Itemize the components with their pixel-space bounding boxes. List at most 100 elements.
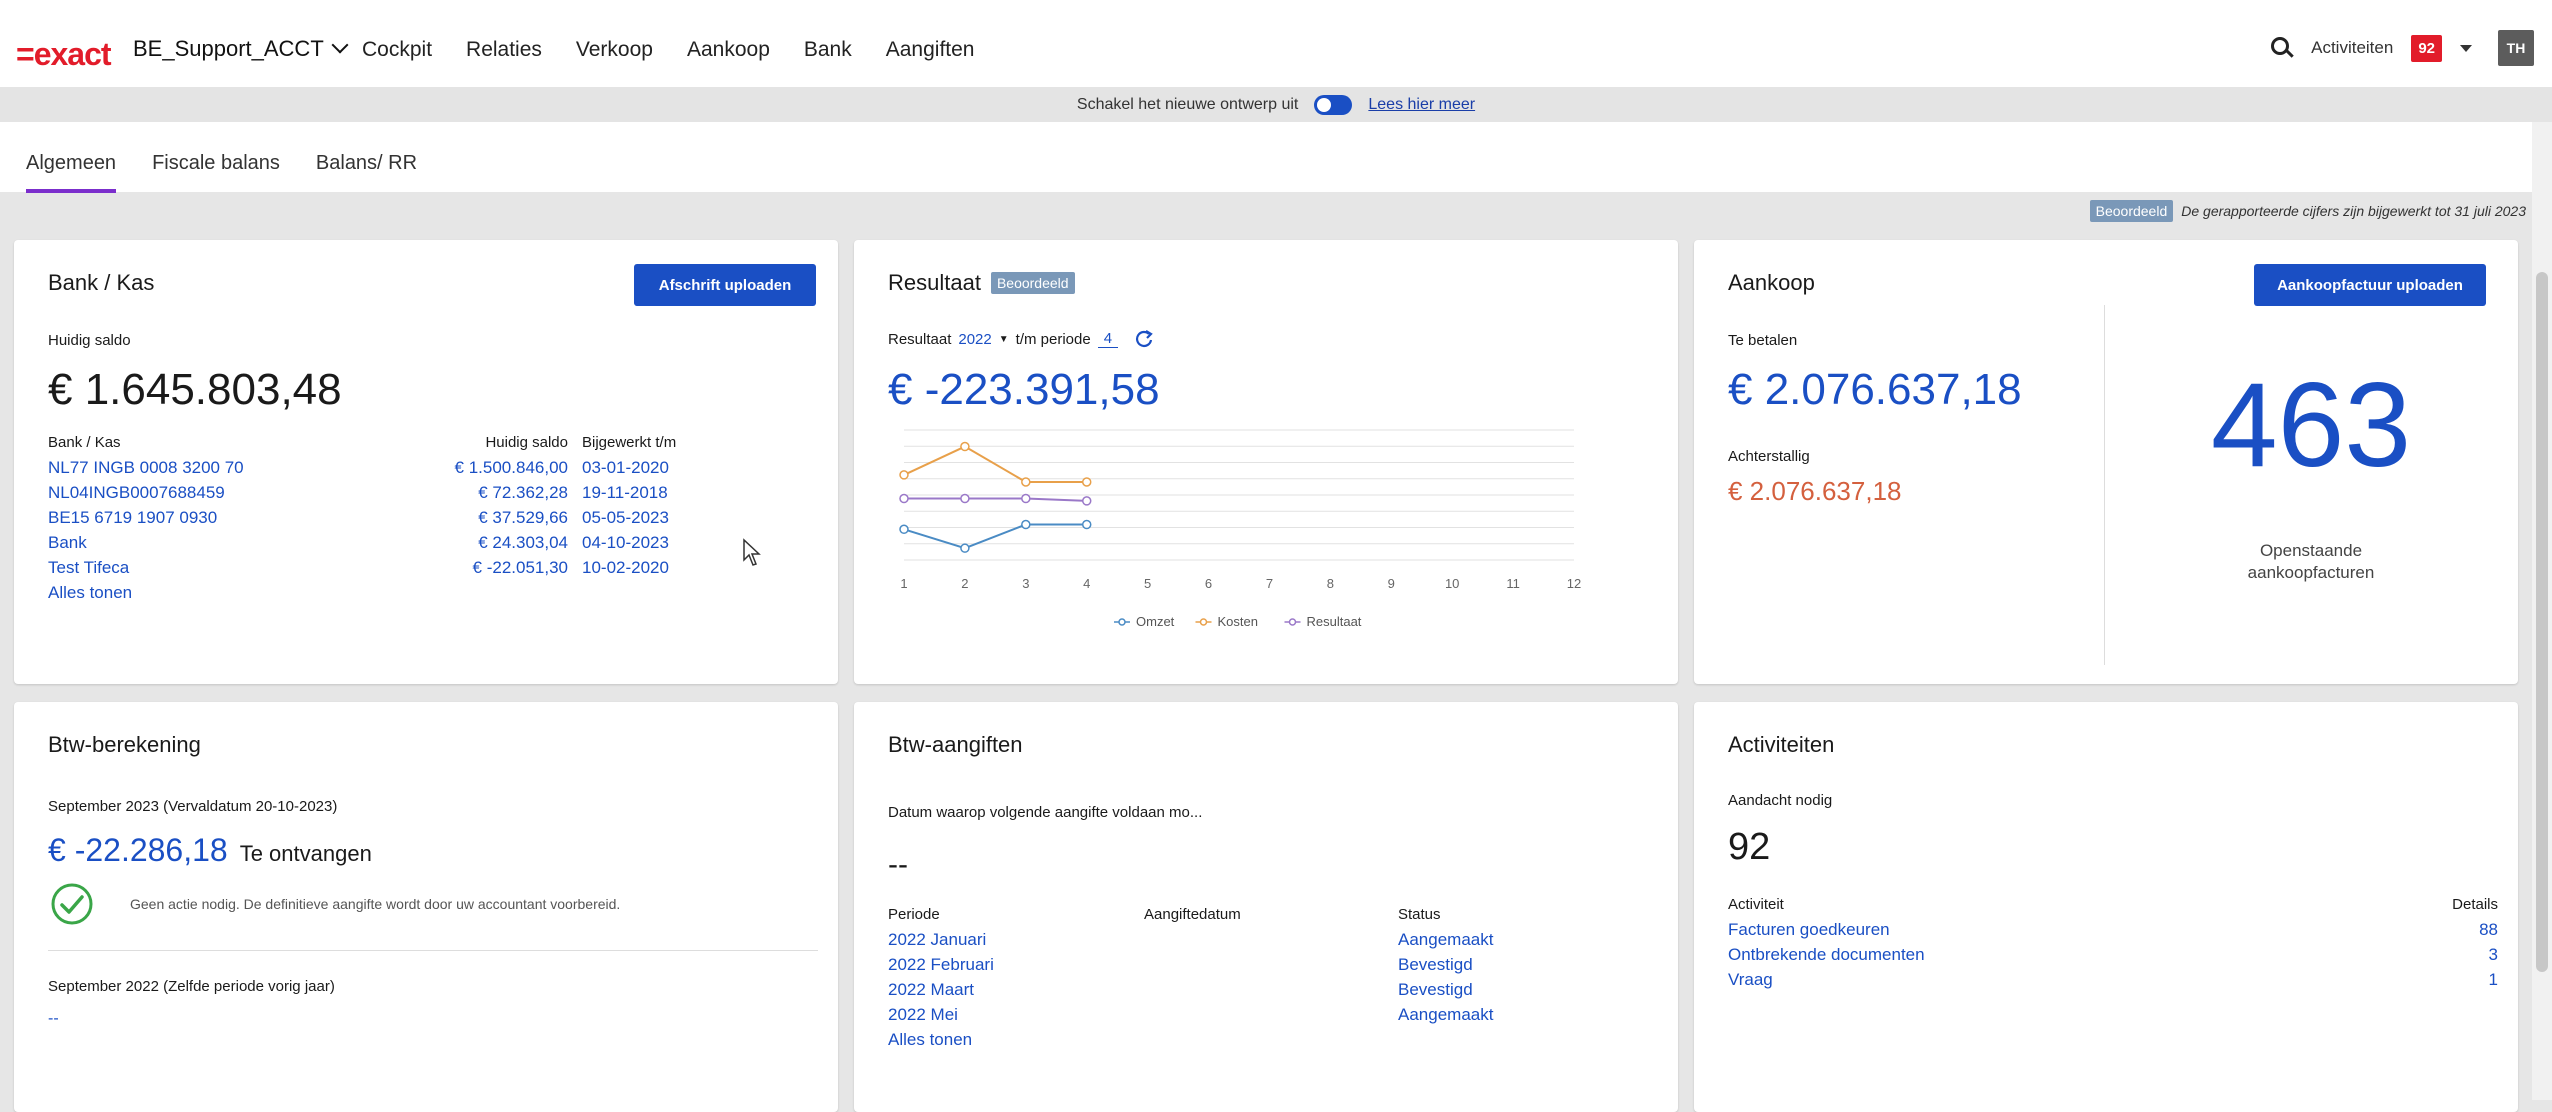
return-status[interactable]: Bevestigd — [1398, 952, 1568, 977]
new-design-toggle[interactable] — [1314, 94, 1353, 115]
new-design-text: Schakel het nieuwe ontwerp uit — [1076, 95, 1299, 113]
table-row[interactable]: Vraag 1 — [1728, 967, 2498, 992]
table-row[interactable]: Ontbrekende documenten 3 — [1728, 942, 2498, 967]
table-row[interactable]: 2022 Mei Aangemaakt — [888, 1002, 1568, 1027]
table-row[interactable]: 2022 Januari Aangemaakt — [888, 927, 1568, 952]
upload-statement-button[interactable]: Afschrift uploaden — [634, 264, 816, 306]
account-updated[interactable]: 04-10-2023 — [582, 530, 708, 555]
tabs-row: Algemeen Fiscale balans Balans/ RR — [0, 122, 2552, 193]
period-input[interactable]: 4 — [1097, 330, 1119, 348]
chart-x-tick-label: 8 — [1327, 576, 1334, 591]
account-updated[interactable]: 03-01-2020 — [582, 455, 708, 480]
tab-list: Algemeen Fiscale balans Balans/ RR — [26, 152, 417, 193]
return-period[interactable]: 2022 Januari — [888, 927, 1144, 952]
year-selector[interactable]: 2022 — [958, 331, 991, 348]
table-row[interactable]: Facturen goedkeuren 88 — [1728, 917, 2498, 942]
return-period[interactable]: 2022 Mei — [888, 1002, 1144, 1027]
activity-name[interactable]: Ontbrekende documenten — [1728, 942, 2352, 967]
account-balance[interactable]: € -22.051,30 — [378, 555, 582, 580]
result-filter-label: Resultaat — [888, 330, 952, 348]
activity-count[interactable]: 1 — [2352, 967, 2498, 992]
chevron-down-icon — [331, 36, 349, 54]
return-status[interactable]: Aangemaakt — [1398, 1002, 1568, 1027]
chart-point — [1081, 477, 1092, 487]
nav-bank[interactable]: Bank — [804, 38, 852, 62]
account-name[interactable]: BE15 6719 1907 0930 — [48, 505, 378, 530]
overdue-amount[interactable]: € 2.076.637,18 — [1728, 476, 1902, 507]
result-filter: Resultaat 2022 ▼ t/m periode 4 — [888, 328, 1155, 350]
nav-aangiften[interactable]: Aangiften — [886, 38, 975, 62]
chart-point — [1021, 493, 1031, 504]
account-name[interactable]: NL77 INGB 0008 3200 70 — [48, 455, 378, 480]
activity-name[interactable]: Vraag — [1728, 967, 2352, 992]
table-row[interactable]: 2022 Maart Bevestigd — [888, 977, 1568, 1002]
return-status[interactable]: Bevestigd — [1398, 977, 1568, 1002]
account-balance[interactable]: € 24.303,04 — [378, 530, 582, 555]
activities-count-badge[interactable]: 92 — [2411, 34, 2442, 62]
activities-card: Activiteiten Aandacht nodig 92 Activitei… — [1694, 702, 2518, 1112]
activity-name[interactable]: Facturen goedkeuren — [1728, 917, 2352, 942]
tab-algemeen[interactable]: Algemeen — [26, 152, 117, 193]
chart-legend-marker — [1118, 618, 1126, 626]
tab-balans-rr[interactable]: Balans/ RR — [316, 152, 417, 193]
return-period[interactable]: 2022 Februari — [888, 952, 1144, 977]
search-icon[interactable] — [2271, 37, 2293, 59]
account-updated[interactable]: 10-02-2020 — [582, 555, 708, 580]
year-dropdown-icon[interactable]: ▼ — [999, 334, 1009, 345]
chart-point — [1021, 519, 1031, 530]
tab-fiscale-balans[interactable]: Fiscale balans — [152, 152, 280, 193]
administration-selector[interactable]: BE_Support_ACCT — [133, 36, 349, 62]
table-row[interactable]: Alles tonen — [888, 1027, 1568, 1052]
caret-down-icon[interactable] — [2460, 44, 2472, 52]
table-row[interactable]: Alles tonen — [48, 580, 708, 605]
exact-logo[interactable]: =exact — [16, 36, 112, 72]
account-balance[interactable]: € 1.500.846,00 — [378, 455, 582, 480]
nav-aankoop[interactable]: Aankoop — [687, 38, 770, 62]
chart-x-tick-label: 2 — [961, 576, 968, 591]
account-name[interactable]: Bank — [48, 530, 378, 555]
result-card: Resultaat Beoordeeld Resultaat 2022 ▼ t/… — [854, 240, 1678, 684]
return-period[interactable]: 2022 Maart — [888, 977, 1144, 1002]
attention-label: Aandacht nodig — [1728, 792, 1833, 809]
chart-point — [960, 493, 970, 504]
table-row[interactable]: 2022 Februari Bevestigd — [888, 952, 1568, 977]
nav-verkoop[interactable]: Verkoop — [576, 38, 653, 62]
table-row[interactable]: BE15 6719 1907 0930 € 37.529,66 05-05-20… — [48, 505, 708, 530]
account-balance[interactable]: € 72.362,28 — [378, 480, 582, 505]
current-balance-amount: € 1.645.803,48 — [48, 365, 342, 414]
table-row[interactable]: Bank € 24.303,04 04-10-2023 — [48, 530, 708, 555]
activity-count[interactable]: 3 — [2352, 942, 2498, 967]
chart-point — [960, 441, 970, 452]
open-invoices-label: Openstaande aankoopfacturen — [2104, 540, 2518, 584]
show-all-link[interactable]: Alles tonen — [48, 580, 378, 605]
show-all-link[interactable]: Alles tonen — [888, 1027, 1144, 1052]
bank-accounts-table: Bank / Kas Huidig saldo Bijgewerkt t/m N… — [48, 430, 708, 605]
account-name[interactable]: NL04INGB0007688459 — [48, 480, 378, 505]
table-row[interactable]: NL77 INGB 0008 3200 70 € 1.500.846,00 03… — [48, 455, 708, 480]
account-updated[interactable]: 19-11-2018 — [582, 480, 708, 505]
to-pay-amount[interactable]: € 2.076.637,18 — [1728, 365, 2022, 415]
activities-label[interactable]: Activiteiten — [2311, 38, 2393, 58]
open-invoices-count[interactable]: 463 — [2104, 360, 2518, 490]
overdue-label: Achterstallig — [1728, 448, 1810, 465]
table-row[interactable]: Test Tifeca € -22.051,30 10-02-2020 — [48, 555, 708, 580]
account-name[interactable]: Test Tifeca — [48, 555, 378, 580]
activities-table: Activiteit Details Facturen goedkeuren 8… — [1728, 892, 2498, 992]
nav-relaties[interactable]: Relaties — [466, 38, 542, 62]
col-activity: Activiteit — [1728, 896, 1784, 913]
refresh-icon[interactable] — [1133, 328, 1155, 350]
nav-cockpit[interactable]: Cockpit — [362, 38, 432, 62]
vat-returns-next-date: -- — [888, 848, 908, 881]
account-updated[interactable]: 05-05-2023 — [582, 505, 708, 530]
vat-calc-prev-period: September 2022 (Zelfde periode vorig jaa… — [48, 978, 335, 995]
read-more-link[interactable]: Lees hier meer — [1368, 96, 1475, 114]
upload-purchase-invoice-button[interactable]: Aankoopfactuur uploaden — [2254, 264, 2486, 306]
return-status[interactable]: Aangemaakt — [1398, 927, 1568, 952]
page-scrollbar[interactable] — [2532, 122, 2552, 1100]
open-invoices-label-line1: Openstaande — [2259, 541, 2363, 560]
account-balance[interactable]: € 37.529,66 — [378, 505, 582, 530]
avatar[interactable]: TH — [2498, 30, 2534, 66]
table-row[interactable]: NL04INGB0007688459 € 72.362,28 19-11-201… — [48, 480, 708, 505]
activity-count[interactable]: 88 — [2352, 917, 2498, 942]
scrollbar-thumb[interactable] — [2536, 272, 2548, 972]
